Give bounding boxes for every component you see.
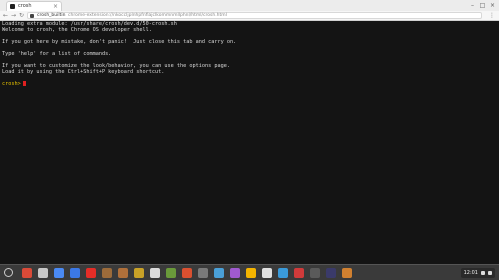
app-icon-20[interactable]	[326, 268, 336, 278]
app-icon-19[interactable]	[310, 268, 320, 278]
battery-icon	[488, 271, 492, 275]
address-bar[interactable]: crosh_builtin chrome-extension://nkocclj…	[27, 12, 482, 19]
tab-strip: crosh × – □ ×	[0, 0, 499, 11]
app-icon-11[interactable]	[182, 268, 192, 278]
address-app-name: crosh_builtin	[37, 13, 66, 18]
app-icon-16[interactable]	[262, 268, 272, 278]
shelf-apps	[22, 268, 352, 278]
back-button[interactable]: ←	[2, 11, 9, 20]
wifi-icon	[481, 271, 485, 275]
browser-toolbar: ← → ↻ crosh_builtin chrome-extension://n…	[0, 11, 499, 21]
extension-icon	[30, 14, 34, 18]
close-window-button[interactable]: ×	[489, 0, 496, 11]
window-controls: – □ ×	[469, 0, 496, 11]
text-cursor	[22, 81, 26, 86]
app-icon-18[interactable]	[294, 268, 304, 278]
clock: 12:01	[463, 270, 478, 276]
maximize-button[interactable]: □	[479, 0, 486, 11]
app-icon-12[interactable]	[198, 268, 208, 278]
app-icon-6[interactable]	[102, 268, 112, 278]
terminal-area[interactable]: Loading extra module: /usr/share/crosh/d…	[0, 21, 499, 264]
app-icon-17[interactable]	[278, 268, 288, 278]
app-icon-14[interactable]	[230, 268, 240, 278]
tab-close-icon[interactable]: ×	[53, 2, 58, 11]
chrome-window: crosh × – □ × ← → ↻ crosh_builtin chrome…	[0, 0, 499, 280]
prompt-line[interactable]: crosh>	[2, 81, 497, 87]
app-icon-9[interactable]	[150, 268, 160, 278]
app-icon-13[interactable]	[214, 268, 224, 278]
app-icon-10[interactable]	[166, 268, 176, 278]
minimize-button[interactable]: –	[469, 0, 476, 11]
browser-menu-button[interactable]: ⋮	[489, 11, 495, 20]
address-url: chrome-extension://nkoccljplnhpfnfiajclk…	[68, 13, 227, 18]
tab-title: crosh	[18, 3, 32, 9]
launcher-icon[interactable]	[4, 268, 13, 277]
shelf: 12:01	[0, 264, 499, 280]
reload-button[interactable]: ↻	[18, 11, 25, 20]
app-icon-8[interactable]	[134, 268, 144, 278]
status-area[interactable]: 12:01	[460, 268, 495, 278]
app-icon-7[interactable]	[118, 268, 128, 278]
forward-button[interactable]: →	[10, 11, 17, 20]
docs-icon[interactable]	[70, 268, 80, 278]
youtube-icon[interactable]	[86, 268, 96, 278]
tab-crosh[interactable]: crosh ×	[6, 1, 62, 11]
chrome-icon[interactable]	[22, 268, 32, 278]
app-icon-21[interactable]	[342, 268, 352, 278]
search-icon[interactable]	[54, 268, 64, 278]
gmail-icon[interactable]	[38, 268, 48, 278]
prompt-label: crosh>	[2, 81, 21, 87]
terminal-icon	[10, 4, 15, 9]
drive-icon[interactable]	[246, 268, 256, 278]
